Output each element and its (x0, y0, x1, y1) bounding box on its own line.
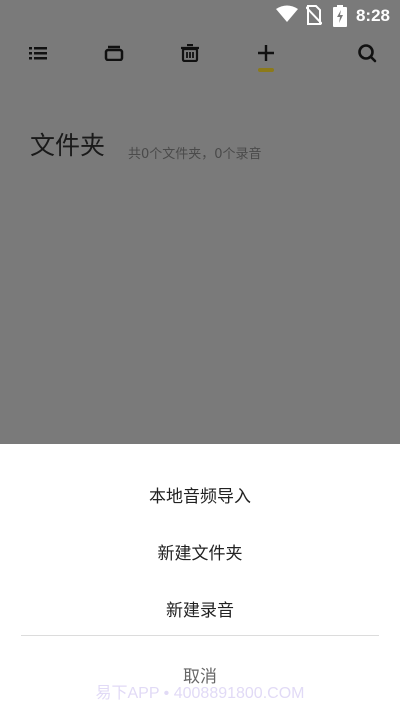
sheet-divider (21, 635, 379, 636)
new-recording-option[interactable]: 新建录音 (0, 580, 400, 636)
wifi-icon (276, 5, 298, 28)
clock: 8:28 (355, 6, 390, 25)
action-sheet: 本地音频导入 新建文件夹 新建录音 取消 易下APP • 4008891800.… (0, 444, 400, 711)
cancel-button[interactable]: 取消 (0, 646, 400, 702)
list-button[interactable] (21, 40, 55, 70)
folder-icon (104, 45, 124, 65)
battery-charging-icon (333, 5, 347, 32)
search-icon (357, 43, 377, 67)
trash-icon (180, 43, 200, 66)
search-button[interactable] (350, 40, 384, 70)
add-icon (257, 44, 275, 66)
folder-recording-count: 共0个文件夹，0个录音 (128, 147, 262, 162)
new-folder-option[interactable]: 新建文件夹 (0, 523, 400, 579)
toolbar (0, 32, 400, 82)
folder-button[interactable] (97, 40, 131, 70)
no-sim-icon (305, 5, 323, 30)
page-title: 文件夹 (30, 131, 106, 160)
import-local-audio-option[interactable]: 本地音频导入 (0, 466, 400, 522)
list-icon (28, 45, 48, 65)
active-tab-indicator (258, 68, 274, 72)
add-button[interactable] (249, 40, 283, 70)
status-bar: 8:28 (0, 0, 400, 32)
trash-button[interactable] (173, 40, 207, 70)
